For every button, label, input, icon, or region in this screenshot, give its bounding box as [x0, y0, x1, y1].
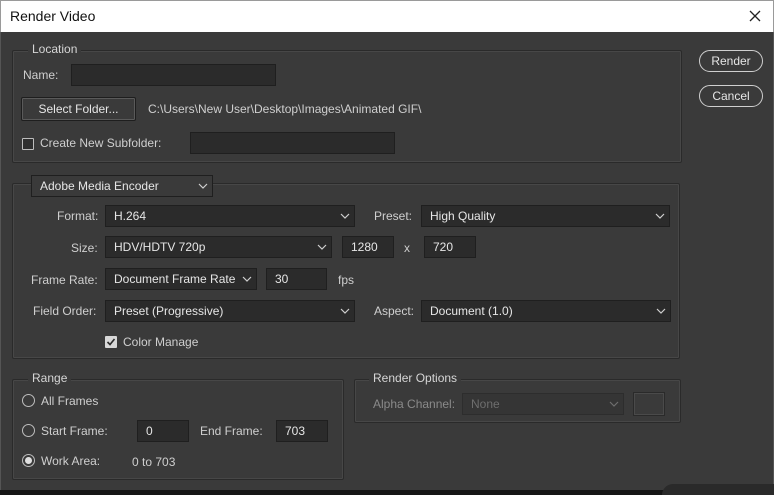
size-x-label: x — [404, 241, 410, 255]
preset-select[interactable]: High Quality — [421, 205, 670, 227]
location-legend: Location — [28, 42, 82, 56]
size-select[interactable]: HDV/HDTV 720p — [105, 236, 332, 258]
chevron-down-icon — [198, 183, 208, 189]
preset-label: Preset: — [374, 209, 413, 223]
size-value: HDV/HDTV 720p — [114, 240, 206, 254]
chevron-down-icon — [340, 308, 350, 314]
alpha-channel-select[interactable]: None — [462, 393, 624, 415]
render-button[interactable]: Render — [699, 50, 763, 72]
end-frame-label: End Frame: — [200, 424, 263, 438]
all-frames-label: All Frames — [41, 394, 99, 408]
close-icon[interactable] — [745, 6, 765, 26]
format-label: Format: — [57, 209, 99, 223]
aspect-value: Document (1.0) — [430, 304, 513, 318]
window-title: Render Video — [10, 8, 96, 24]
fps-unit: fps — [338, 273, 355, 287]
work-area-label: Work Area: — [41, 454, 101, 468]
format-value: H.264 — [114, 209, 147, 223]
background-image-corner — [662, 484, 774, 495]
field-order-value: Preset (Progressive) — [114, 304, 224, 318]
start-frame-label: Start Frame: — [41, 424, 108, 438]
folder-path: C:\Users\New User\Desktop\Images\Animate… — [148, 102, 422, 116]
start-frame-radio[interactable] — [22, 424, 35, 437]
frame-rate-select[interactable]: Document Frame Rate — [105, 268, 257, 290]
range-legend: Range — [28, 371, 72, 385]
encoder-value: Adobe Media Encoder — [40, 179, 159, 193]
aspect-select[interactable]: Document (1.0) — [421, 300, 671, 322]
title-bar: Render Video — [0, 0, 774, 32]
all-frames-radio[interactable] — [22, 394, 35, 407]
size-label: Size: — [71, 241, 98, 255]
cancel-button[interactable]: Cancel — [699, 85, 763, 107]
alpha-channel-value: None — [471, 397, 500, 411]
field-order-select[interactable]: Preset (Progressive) — [105, 300, 355, 322]
chevron-down-icon — [242, 276, 252, 282]
aspect-label: Aspect: — [374, 304, 415, 318]
name-input[interactable] — [71, 64, 276, 86]
width-input[interactable]: 1280 — [342, 236, 394, 258]
select-folder-button[interactable]: Select Folder... — [21, 97, 136, 121]
format-select[interactable]: H.264 — [105, 205, 355, 227]
start-frame-input[interactable]: 0 — [137, 420, 189, 442]
create-subfolder-checkbox[interactable] — [22, 138, 34, 150]
create-subfolder-label: Create New Subfolder: — [40, 136, 162, 150]
frame-rate-value: Document Frame Rate — [114, 272, 236, 286]
chevron-down-icon — [655, 213, 665, 219]
bottom-edge — [0, 490, 774, 495]
color-manage-checkbox[interactable] — [105, 336, 117, 348]
preset-value: High Quality — [430, 209, 496, 223]
render-options-legend: Render Options — [369, 371, 462, 385]
height-input[interactable]: 720 — [424, 236, 476, 258]
alpha-channel-label: Alpha Channel: — [373, 397, 456, 411]
work-area-radio[interactable] — [22, 454, 35, 467]
subfolder-input[interactable] — [190, 132, 395, 154]
chevron-down-icon — [340, 213, 350, 219]
chevron-down-icon — [656, 308, 666, 314]
name-label: Name: — [23, 68, 59, 82]
alpha-color-swatch[interactable] — [633, 392, 665, 416]
end-frame-input[interactable]: 703 — [276, 420, 328, 442]
chevron-down-icon — [317, 244, 327, 250]
fps-input[interactable]: 30 — [266, 268, 327, 290]
color-manage-label: Color Manage — [123, 335, 199, 349]
render-video-dialog: Location Name: Select Folder... C:\Users… — [0, 32, 774, 490]
chevron-down-icon — [609, 401, 619, 407]
encoder-select[interactable]: Adobe Media Encoder — [31, 175, 213, 197]
field-order-label: Field Order: — [33, 304, 97, 318]
work-area-value: 0 to 703 — [132, 455, 176, 469]
checkmark-icon — [106, 338, 116, 346]
frame-rate-label: Frame Rate: — [31, 273, 98, 287]
